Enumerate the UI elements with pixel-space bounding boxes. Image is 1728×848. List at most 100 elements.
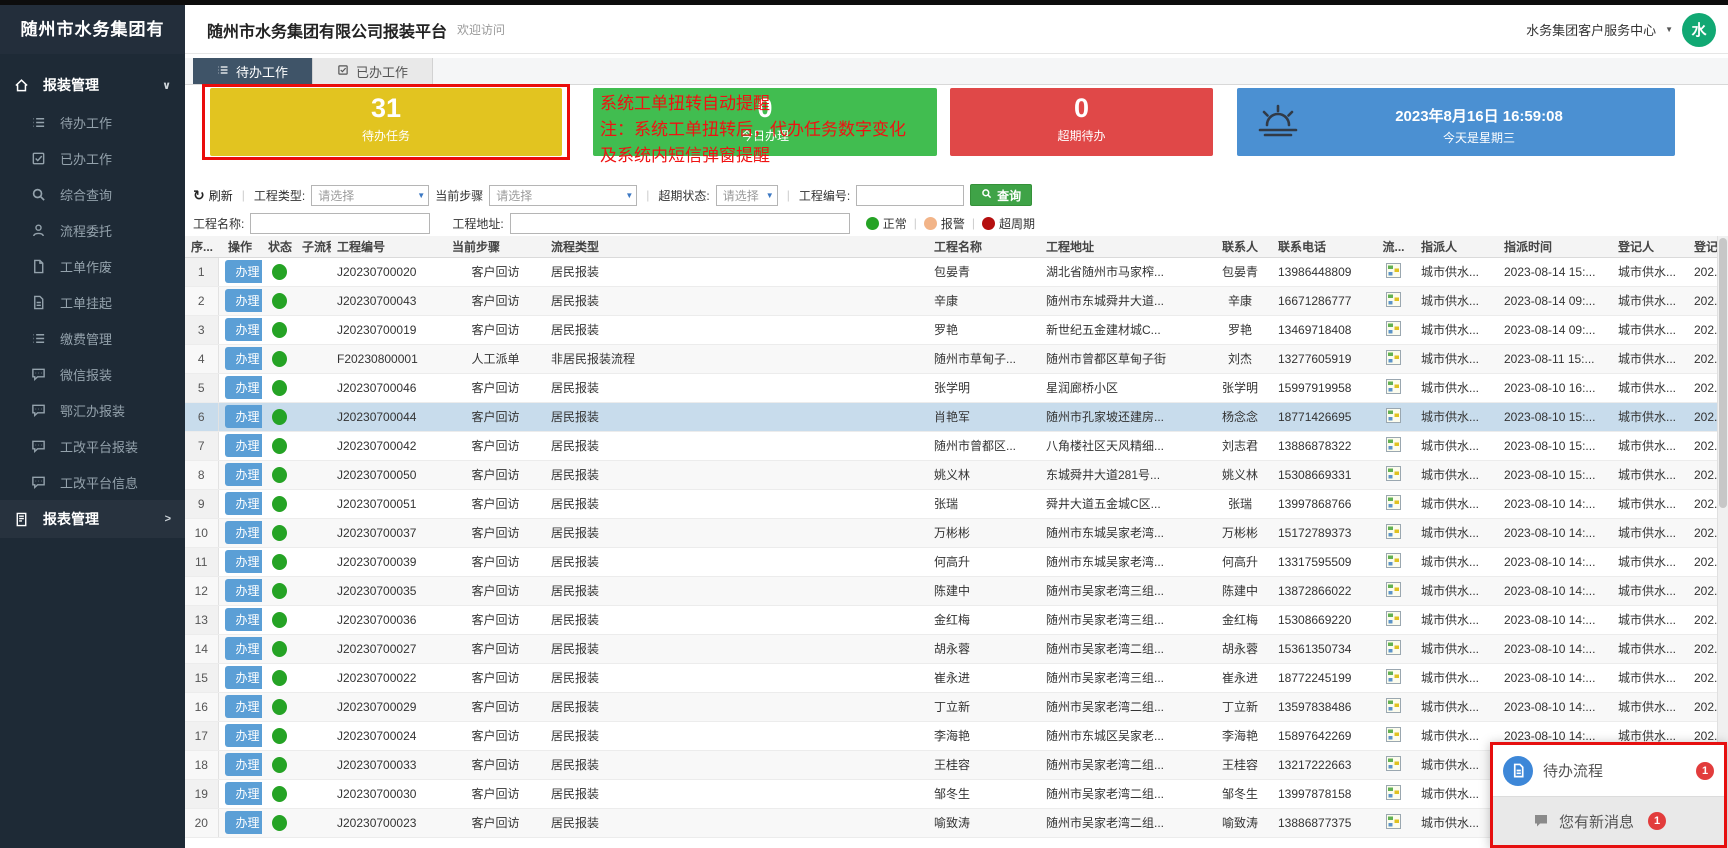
refresh-button[interactable]: ↻ 刷新	[193, 187, 233, 204]
table-row[interactable]: 14办理J20230700027客户回访居民报装胡永蓉随州市吴家老湾二组...胡…	[185, 634, 1728, 663]
cell-flow-icon[interactable]	[1372, 779, 1415, 808]
sidebar-item-流程委托[interactable]: 流程委托	[0, 212, 185, 248]
tab-todo-work[interactable]: 待办工作	[193, 58, 313, 84]
table-row[interactable]: 7办理J20230700042客户回访居民报装随州市曾都区...八角楼社区天风精…	[185, 431, 1728, 460]
cell-flow-icon[interactable]	[1372, 431, 1415, 460]
flow-chart-icon[interactable]	[1386, 528, 1401, 542]
flow-chart-icon[interactable]	[1386, 760, 1401, 774]
handle-button[interactable]: 办理	[225, 405, 263, 428]
handle-button[interactable]: 办理	[225, 637, 263, 660]
flow-chart-icon[interactable]	[1386, 354, 1401, 368]
table-row[interactable]: 5办理J20230700046客户回访居民报装张学明星润廊桥小区张学明15997…	[185, 373, 1728, 402]
cell-flow-icon[interactable]	[1372, 547, 1415, 576]
handle-button[interactable]: 办理	[225, 492, 263, 515]
flow-chart-icon[interactable]	[1386, 296, 1401, 310]
search-button[interactable]: 查询	[970, 184, 1032, 206]
project-type-select[interactable]: 请选择 ▼	[311, 185, 429, 206]
handle-button[interactable]: 办理	[225, 318, 263, 341]
sidebar-item-报装管理[interactable]: 报装管理∨	[0, 66, 185, 104]
todo-flow-notification[interactable]: 待办流程 1	[1493, 745, 1724, 796]
table-row[interactable]: 6办理J20230700044客户回访居民报装肖艳军随州市孔家坡还建房...杨念…	[185, 402, 1728, 431]
table-row[interactable]: 12办理J20230700035客户回访居民报装陈建中随州市吴家老湾三组...陈…	[185, 576, 1728, 605]
handle-button[interactable]: 办理	[225, 434, 263, 457]
flow-chart-icon[interactable]	[1386, 731, 1401, 745]
flow-chart-icon[interactable]	[1386, 586, 1401, 600]
handle-button[interactable]: 办理	[225, 695, 263, 718]
flow-chart-icon[interactable]	[1386, 383, 1401, 397]
flow-chart-icon[interactable]	[1386, 325, 1401, 339]
project-address-input[interactable]	[510, 213, 850, 234]
cell-flow-icon[interactable]	[1372, 460, 1415, 489]
overdue-card[interactable]: 0 超期待办	[950, 88, 1213, 156]
flow-chart-icon[interactable]	[1386, 441, 1401, 455]
cell-flow-icon[interactable]	[1372, 605, 1415, 634]
new-message-notification[interactable]: 您有新消息 1	[1493, 796, 1724, 845]
handle-button[interactable]: 办理	[225, 260, 263, 283]
table-row[interactable]: 13办理J20230700036客户回访居民报装金红梅随州市吴家老湾三组...金…	[185, 605, 1728, 634]
cell-flow-icon[interactable]	[1372, 286, 1415, 315]
cell-flow-icon[interactable]	[1372, 315, 1415, 344]
project-name-input[interactable]	[250, 213, 430, 234]
flow-chart-icon[interactable]	[1386, 470, 1401, 484]
handle-button[interactable]: 办理	[225, 782, 263, 805]
sidebar-item-工单挂起[interactable]: 工单挂起	[0, 284, 185, 320]
table-row[interactable]: 11办理J20230700039客户回访居民报装何高升随州市东城吴家老湾...何…	[185, 547, 1728, 576]
handle-button[interactable]: 办理	[225, 463, 263, 486]
handle-button[interactable]: 办理	[225, 347, 263, 370]
flow-chart-icon[interactable]	[1386, 267, 1401, 281]
flow-chart-icon[interactable]	[1386, 673, 1401, 687]
cell-flow-icon[interactable]	[1372, 576, 1415, 605]
cell-flow-icon[interactable]	[1372, 257, 1415, 286]
cell-flow-icon[interactable]	[1372, 692, 1415, 721]
table-row[interactable]: 9办理J20230700051客户回访居民报装张瑞舜井大道五金城C区...张瑞1…	[185, 489, 1728, 518]
flow-chart-icon[interactable]	[1386, 702, 1401, 716]
flow-chart-icon[interactable]	[1386, 412, 1401, 426]
handle-button[interactable]: 办理	[225, 666, 263, 689]
table-row[interactable]: 16办理J20230700029客户回访居民报装丁立新随州市吴家老湾二组...丁…	[185, 692, 1728, 721]
scrollbar-thumb[interactable]	[1719, 238, 1727, 508]
flow-chart-icon[interactable]	[1386, 818, 1401, 832]
current-step-select[interactable]: 请选择 ▼	[489, 185, 637, 206]
handle-button[interactable]: 办理	[225, 579, 263, 602]
cell-flow-icon[interactable]	[1372, 750, 1415, 779]
flow-chart-icon[interactable]	[1386, 557, 1401, 571]
cell-flow-icon[interactable]	[1372, 373, 1415, 402]
chevron-down-icon[interactable]: ▼	[1665, 25, 1673, 34]
avatar[interactable]: 水	[1682, 13, 1716, 47]
sidebar-item-工单作废[interactable]: 工单作废	[0, 248, 185, 284]
table-row[interactable]: 4办理F20230800001人工派单非居民报装流程随州市草甸子...随州市曾都…	[185, 344, 1728, 373]
handle-button[interactable]: 办理	[225, 289, 263, 312]
sidebar-item-已办工作[interactable]: 已办工作	[0, 140, 185, 176]
sidebar-item-工改平台报装[interactable]: 工改平台报装	[0, 428, 185, 464]
tab-done-work[interactable]: 已办工作	[313, 58, 433, 84]
handle-button[interactable]: 办理	[225, 376, 263, 399]
sidebar-item-报表管理[interactable]: 报表管理>	[0, 500, 185, 538]
sidebar-item-综合查询[interactable]: 综合查询	[0, 176, 185, 212]
handle-button[interactable]: 办理	[225, 724, 263, 747]
table-row[interactable]: 1办理J20230700020客户回访居民报装包晏青湖北省随州市马家榨...包晏…	[185, 257, 1728, 286]
handle-button[interactable]: 办理	[225, 550, 263, 573]
overdue-status-select[interactable]: 请选择 ▼	[716, 185, 778, 206]
table-row[interactable]: 10办理J20230700037客户回访居民报装万彬彬随州市东城吴家老湾...万…	[185, 518, 1728, 547]
flow-chart-icon[interactable]	[1386, 789, 1401, 803]
project-code-input[interactable]	[856, 185, 964, 206]
cell-flow-icon[interactable]	[1372, 808, 1415, 837]
table-row[interactable]: 3办理J20230700019客户回访居民报装罗艳新世纪五金建材城C...罗艳1…	[185, 315, 1728, 344]
table-row[interactable]: 15办理J20230700022客户回访居民报装崔永进随州市吴家老湾三组...崔…	[185, 663, 1728, 692]
handle-button[interactable]: 办理	[225, 521, 263, 544]
flow-chart-icon[interactable]	[1386, 615, 1401, 629]
table-row[interactable]: 2办理J20230700043客户回访居民报装辛康随州市东城舜井大道...辛康1…	[185, 286, 1728, 315]
handle-button[interactable]: 办理	[225, 608, 263, 631]
cell-flow-icon[interactable]	[1372, 402, 1415, 431]
cell-flow-icon[interactable]	[1372, 721, 1415, 750]
cell-flow-icon[interactable]	[1372, 518, 1415, 547]
cell-flow-icon[interactable]	[1372, 489, 1415, 518]
handle-button[interactable]: 办理	[225, 811, 263, 834]
flow-chart-icon[interactable]	[1386, 499, 1401, 513]
sidebar-item-工改平台信息[interactable]: 工改平台信息	[0, 464, 185, 500]
cell-flow-icon[interactable]	[1372, 634, 1415, 663]
flow-chart-icon[interactable]	[1386, 644, 1401, 658]
sidebar-item-鄂汇办报装[interactable]: 鄂汇办报装	[0, 392, 185, 428]
sidebar-item-微信报装[interactable]: 微信报装	[0, 356, 185, 392]
cell-flow-icon[interactable]	[1372, 344, 1415, 373]
